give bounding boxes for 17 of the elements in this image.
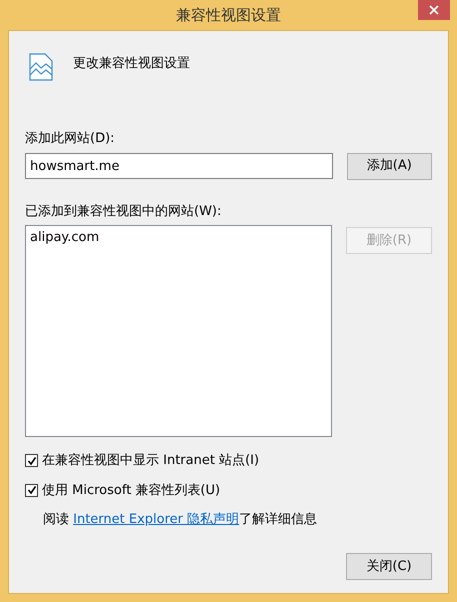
checkbox[interactable]: [25, 454, 38, 468]
add-button[interactable]: 添加(A): [346, 152, 432, 180]
close-dialog-button[interactable]: 关闭(C): [346, 553, 432, 580]
info-text: 阅读 Internet Explorer 隐私声明了解详细信息: [43, 511, 318, 529]
heading: 更改兼容性视图设置: [73, 55, 190, 73]
page-icon: [29, 53, 53, 81]
list-label: 已添加到兼容性视图中的网站(W):: [25, 202, 222, 220]
checkbox-label: 使用 Microsoft 兼容性列表(U): [42, 482, 220, 500]
site-item[interactable]: alipay.com: [28, 228, 329, 248]
close-button[interactable]: [418, 0, 450, 20]
checkbox[interactable]: [25, 484, 38, 497]
field-label: 添加此网站(D):: [25, 130, 116, 148]
website-field[interactable]: howsmart.me: [25, 153, 333, 179]
close-icon: [429, 5, 439, 15]
window-title: 兼容性视图设置: [176, 4, 281, 26]
checkbox-label: 在兼容性视图中显示 Intranet 站点(I): [42, 452, 260, 470]
privacy-link[interactable]: Internet Explorer 隐私声明: [73, 512, 240, 527]
